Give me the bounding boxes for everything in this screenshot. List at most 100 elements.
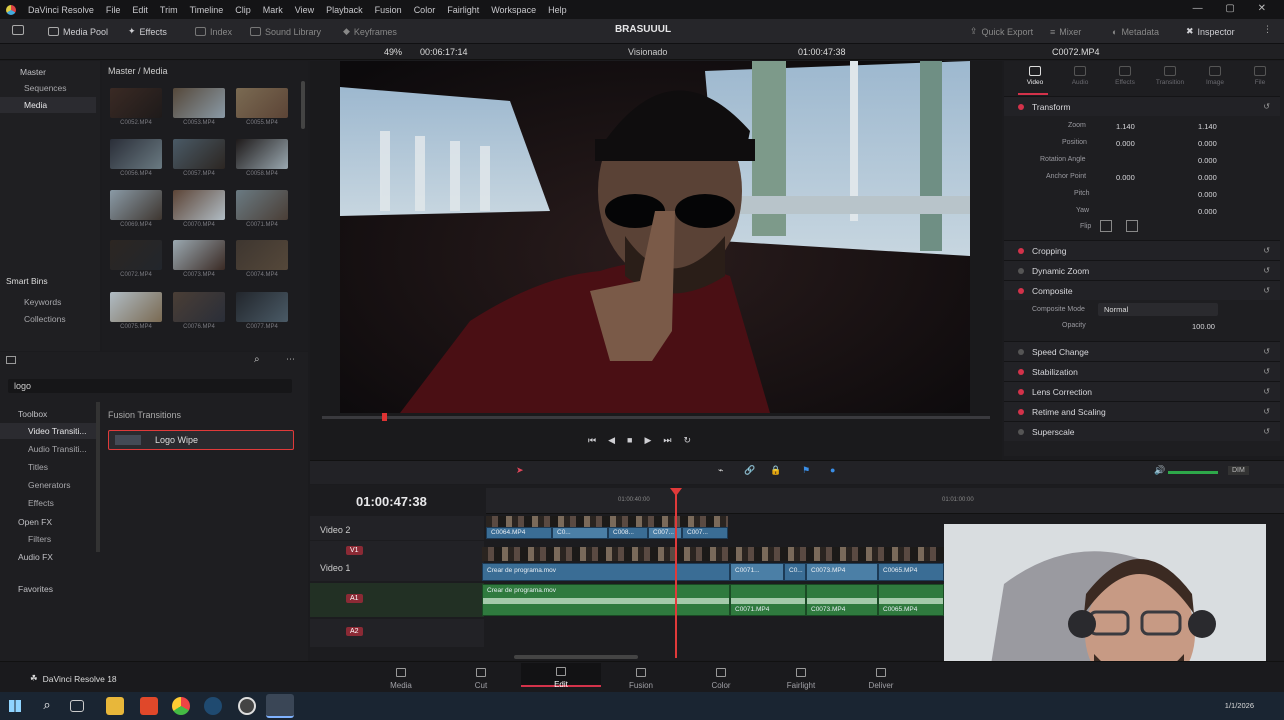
clip-thumbnail[interactable] xyxy=(236,240,288,270)
openfx-header[interactable]: Open FX xyxy=(18,517,52,527)
anchor-y[interactable]: 0.000 xyxy=(1198,173,1217,182)
section-composite[interactable]: Composite ↺ xyxy=(1004,280,1280,300)
menu-playback[interactable]: Playback xyxy=(320,5,369,15)
enable-dot[interactable] xyxy=(1018,103,1024,110)
page-tab-cut[interactable]: Cut xyxy=(456,668,506,690)
zoom-y[interactable]: 1.140 xyxy=(1198,122,1217,131)
enable-dot[interactable] xyxy=(1018,368,1024,375)
selection-tool-icon[interactable]: ➤ xyxy=(516,465,524,476)
metadata-button[interactable]: ◐ Metadata xyxy=(1112,23,1159,40)
playhead[interactable] xyxy=(675,488,677,658)
clip-thumbnail[interactable] xyxy=(110,292,162,322)
a1-clip-1[interactable]: Crear de programa.mov xyxy=(482,584,730,616)
play-icon[interactable]: ▶ xyxy=(644,435,651,449)
viewer-mode[interactable]: Visionado xyxy=(628,47,667,57)
enable-dot[interactable] xyxy=(1018,348,1024,355)
more-options-icon[interactable]: ⋮ xyxy=(1263,24,1272,35)
reset-icon[interactable]: ↺ xyxy=(1263,246,1270,255)
clip-thumbnail[interactable] xyxy=(173,88,225,118)
reset-icon[interactable]: ↺ xyxy=(1263,266,1270,275)
a1-clip-4[interactable]: C0065.MP4 xyxy=(878,584,944,616)
bin-sequences[interactable]: Sequences xyxy=(0,80,96,96)
viewer-scrubber[interactable] xyxy=(322,413,990,421)
volume-slider[interactable] xyxy=(1168,471,1218,474)
search-icon[interactable]: ⌕ xyxy=(254,354,260,365)
menu-file[interactable]: File xyxy=(100,5,127,15)
quick-export-button[interactable]: ⇪ Quick Export xyxy=(970,23,1033,40)
stop-icon[interactable]: ■ xyxy=(627,435,632,449)
toolbox-audio-transitions[interactable]: Audio Transiti... xyxy=(0,441,96,457)
brave-browser-icon[interactable] xyxy=(140,697,158,715)
menu-edit[interactable]: Edit xyxy=(126,5,154,15)
v2-clip-2[interactable]: C0... xyxy=(552,527,608,539)
clip-thumbnail[interactable] xyxy=(173,292,225,322)
timeline-ruler[interactable] xyxy=(486,488,1284,514)
menu-timeline[interactable]: Timeline xyxy=(184,5,230,15)
menu-clip[interactable]: Clip xyxy=(229,5,257,15)
index-button[interactable]: Index xyxy=(195,23,232,40)
page-tab-media[interactable]: Media xyxy=(376,668,426,690)
v1-clip-1[interactable]: Crear de programa.mov xyxy=(482,563,730,581)
section-superscale[interactable]: Superscale ↺ xyxy=(1004,421,1280,441)
track-v1-badge[interactable]: V1 xyxy=(346,546,363,555)
track-a2-badge[interactable]: A2 xyxy=(346,627,363,636)
menu-view[interactable]: View xyxy=(289,5,320,15)
reset-icon[interactable]: ↺ xyxy=(1263,102,1270,111)
jump-start-icon[interactable]: ⏮ xyxy=(588,435,596,449)
clip-thumbnail[interactable] xyxy=(236,88,288,118)
effects-search-input[interactable]: logo xyxy=(8,379,292,393)
bin-master[interactable]: Master xyxy=(20,67,46,77)
enable-dot[interactable] xyxy=(1018,388,1024,395)
loop-icon[interactable]: ↻ xyxy=(684,435,692,449)
menu-help[interactable]: Help xyxy=(542,5,573,15)
toolbox-header[interactable]: Toolbox xyxy=(18,409,47,419)
position-x[interactable]: 0.000 xyxy=(1116,139,1135,148)
windows-start-icon[interactable] xyxy=(6,697,24,715)
zoom-level[interactable]: 49% xyxy=(384,47,402,57)
clip-thumbnail[interactable] xyxy=(110,240,162,270)
section-lens-correction[interactable]: Lens Correction ↺ xyxy=(1004,381,1280,401)
clip-thumbnail[interactable] xyxy=(236,190,288,220)
smart-bin-collections[interactable]: Collections xyxy=(0,311,96,327)
position-y[interactable]: 0.000 xyxy=(1198,139,1217,148)
reset-icon[interactable]: ↺ xyxy=(1263,286,1270,295)
reset-icon[interactable]: ↺ xyxy=(1263,407,1270,416)
options-icon[interactable]: ⋯ xyxy=(286,354,295,365)
v2-clip-5[interactable]: C007... xyxy=(682,527,728,539)
clip-thumbnail[interactable] xyxy=(173,240,225,270)
openfx-filters[interactable]: Filters xyxy=(0,531,96,547)
inspector-button[interactable]: ✖ Inspector xyxy=(1186,23,1235,40)
track-a1-badge[interactable]: A1 xyxy=(346,594,363,603)
a1-clip-2[interactable]: C0071.MP4 xyxy=(730,584,806,616)
audiofx-header[interactable]: Audio FX xyxy=(18,552,53,562)
playhead-handle[interactable] xyxy=(670,488,682,496)
window-controls[interactable]: — ▢ ✕ xyxy=(1193,3,1276,14)
menu-mark[interactable]: Mark xyxy=(257,5,289,15)
file-explorer-icon[interactable] xyxy=(106,697,124,715)
menu-fusion[interactable]: Fusion xyxy=(369,5,408,15)
flip-vertical-icon[interactable] xyxy=(1126,220,1138,232)
snapping-icon[interactable]: ⌁ xyxy=(718,465,723,476)
obs-icon[interactable] xyxy=(238,697,256,715)
section-speed-change[interactable]: Speed Change ↺ xyxy=(1004,341,1280,361)
smart-bin-keywords[interactable]: Keywords xyxy=(0,294,96,310)
menu-workspace[interactable]: Workspace xyxy=(485,5,542,15)
enable-dot[interactable] xyxy=(1018,428,1024,435)
page-tab-edit[interactable]: Edit xyxy=(521,663,601,689)
volume-icon[interactable]: 🔊 xyxy=(1154,465,1165,476)
section-transform[interactable]: Transform ↺ xyxy=(1004,96,1280,116)
section-retime-scaling[interactable]: Retime and Scaling ↺ xyxy=(1004,401,1280,421)
menu-color[interactable]: Color xyxy=(408,5,442,15)
timeline-scrollbar[interactable] xyxy=(514,655,638,659)
steam-icon[interactable] xyxy=(204,697,222,715)
section-dynamic-zoom[interactable]: Dynamic Zoom ↺ xyxy=(1004,260,1280,280)
marker-icon[interactable]: ● xyxy=(830,465,835,475)
scrubber-head[interactable] xyxy=(382,413,387,421)
link-icon[interactable]: 🔗 xyxy=(744,465,755,476)
search-icon[interactable]: ⌕ xyxy=(38,697,56,715)
inspector-tab-image[interactable]: Image xyxy=(1198,66,1232,86)
davinci-taskbar-icon[interactable] xyxy=(266,694,294,718)
media-pool-scrollbar[interactable] xyxy=(301,81,305,129)
toolbox-effects[interactable]: Effects xyxy=(0,495,96,511)
flip-horizontal-icon[interactable] xyxy=(1100,220,1112,232)
